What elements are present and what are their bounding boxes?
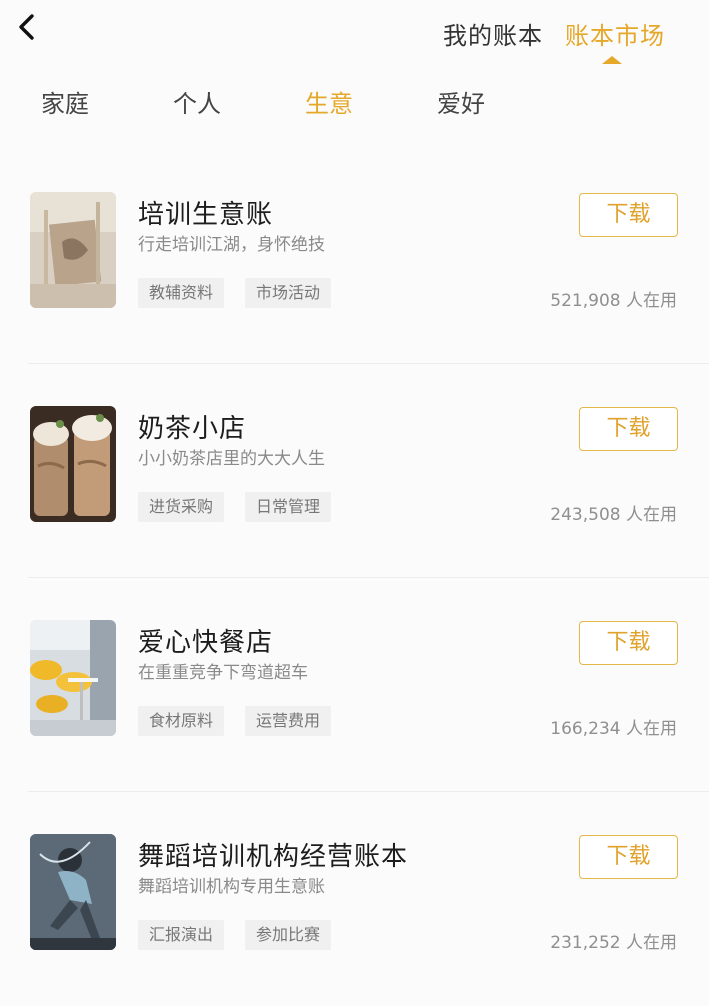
item-subtitle: 舞蹈培训机构专用生意账 [138,877,325,897]
top-bar: 我的账本 账本市场 [0,0,709,64]
list-item[interactable]: 爱心快餐店 在重重竞争下弯道超车 食材原料 运营费用 下载 166,234 人在… [0,578,709,792]
item-tag: 市场活动 [245,278,332,308]
item-subtitle: 行走培训江湖，身怀绝技 [138,235,325,255]
download-button[interactable]: 下载 [579,193,678,237]
active-tab-indicator [602,56,622,64]
thumbnail-image [30,406,116,522]
usage-count: 166,234 人在用 [550,719,677,739]
thumbnail-image [30,192,116,308]
tab-book-market[interactable]: 账本市场 [565,16,665,51]
download-button[interactable]: 下载 [579,835,678,879]
category-business[interactable]: 生意 [305,84,353,119]
tab-my-books[interactable]: 我的账本 [443,16,543,51]
category-family[interactable]: 家庭 [41,84,89,119]
item-subtitle: 小小奶茶店里的大大人生 [138,449,325,469]
thumbnail-image [30,834,116,950]
list-item[interactable]: 培训生意账 行走培训江湖，身怀绝技 教辅资料 市场活动 下载 521,908 人… [0,150,709,364]
item-title: 爱心快餐店 [138,628,274,658]
list-item[interactable]: 奶茶小店 小小奶茶店里的大大人生 进货采购 日常管理 下载 243,508 人在… [0,364,709,578]
category-hobby[interactable]: 爱好 [437,84,485,119]
book-template-list: 培训生意账 行走培训江湖，身怀绝技 教辅资料 市场活动 下载 521,908 人… [0,150,709,1006]
thumbnail-image [30,620,116,736]
category-bar: 家庭 个人 生意 爱好 [0,64,709,134]
item-title: 舞蹈培训机构经营账本 [138,842,409,872]
usage-count: 243,508 人在用 [550,505,677,525]
usage-count: 231,252 人在用 [550,933,677,953]
item-subtitle: 在重重竞争下弯道超车 [138,663,308,683]
download-button[interactable]: 下载 [579,407,678,451]
download-button[interactable]: 下载 [579,621,678,665]
category-personal[interactable]: 个人 [173,84,221,119]
usage-count: 521,908 人在用 [550,291,677,311]
item-tag: 参加比赛 [245,920,332,950]
item-tag: 食材原料 [138,706,225,736]
back-arrow-icon[interactable] [12,10,42,44]
item-title: 培训生意账 [138,200,274,230]
list-item[interactable]: 舞蹈培训机构经营账本 舞蹈培训机构专用生意账 汇报演出 参加比赛 下载 231,… [0,792,709,1006]
item-tag: 日常管理 [245,492,332,522]
item-tag: 教辅资料 [138,278,225,308]
item-tag: 进货采购 [138,492,225,522]
item-tag: 运营费用 [245,706,332,736]
item-tag: 汇报演出 [138,920,225,950]
item-title: 奶茶小店 [138,414,247,444]
